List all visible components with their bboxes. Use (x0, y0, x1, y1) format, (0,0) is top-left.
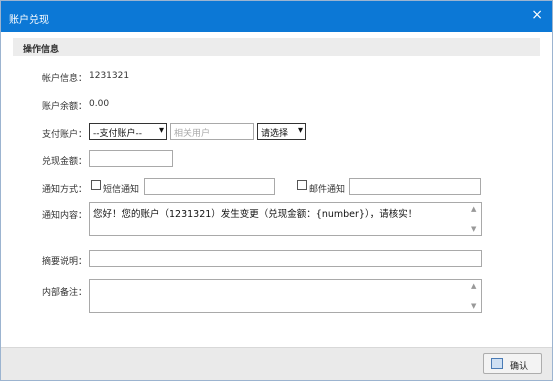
email-notify-checkbox[interactable] (297, 180, 307, 190)
notify-content-textarea[interactable]: 您好！您的账户（1231321）发生变更（兑现金额：{number}），请核实！… (89, 202, 482, 236)
email-notify-input[interactable] (349, 178, 481, 195)
dialog-titlebar: 账户兑现 × (1, 1, 552, 32)
payment-account-label: 支付账户： (42, 130, 88, 140)
choose-select-value: 请选择 (261, 129, 289, 139)
summary-input[interactable] (89, 250, 482, 267)
confirm-icon (491, 358, 503, 369)
scroll-down-icon[interactable]: ▼ (471, 225, 476, 233)
chevron-down-icon: ▾ (158, 125, 164, 136)
account-cashout-dialog: 账户兑现 × 操作信息 帐户信息： 1231321 账户余额： 0.00 支付账… (0, 0, 553, 381)
balance-value: 0.00 (89, 99, 110, 109)
internal-note-textarea[interactable]: ▲ ▼ (89, 279, 482, 313)
section-title: 操作信息 (23, 45, 60, 55)
account-info-label: 帐户信息： (42, 74, 88, 84)
confirm-button-label: 确认 (510, 362, 529, 372)
notify-method-label: 通知方式： (42, 185, 88, 195)
scrollbar[interactable]: ▲ ▼ (471, 282, 479, 310)
scroll-down-icon[interactable]: ▼ (471, 302, 476, 310)
section-header: 操作信息 (13, 38, 540, 56)
scroll-up-icon[interactable]: ▲ (471, 205, 476, 213)
related-user-input[interactable]: 相关用户 (170, 123, 254, 140)
scroll-up-icon[interactable]: ▲ (471, 282, 476, 290)
balance-label: 账户余额： (42, 102, 88, 112)
close-icon[interactable]: × (531, 8, 543, 22)
payment-account-select[interactable]: --支付账户-- ▾ (89, 123, 167, 140)
confirm-button[interactable]: 确认 (483, 353, 542, 374)
amount-label: 兑现金额： (42, 157, 88, 167)
sms-notify-checkbox[interactable] (91, 180, 101, 190)
chevron-down-icon: ▾ (297, 125, 303, 136)
notify-content-text: 您好！您的账户（1231321）发生变更（兑现金额：{number}），请核实！ (93, 209, 418, 220)
scrollbar[interactable]: ▲ ▼ (471, 205, 479, 233)
summary-label: 摘要说明： (42, 257, 88, 267)
dialog-footer (1, 347, 552, 380)
dialog-title: 账户兑现 (9, 15, 49, 26)
notify-content-label: 通知内容： (42, 211, 88, 221)
payment-account-select-value: --支付账户-- (93, 129, 142, 139)
choose-select[interactable]: 请选择 ▾ (257, 123, 306, 140)
internal-note-label: 内部备注： (42, 288, 88, 298)
sms-notify-input[interactable] (144, 178, 275, 195)
email-notify-label: 邮件通知 (309, 185, 346, 195)
account-info-value: 1231321 (89, 71, 130, 81)
amount-input[interactable] (89, 150, 173, 167)
sms-notify-label: 短信通知 (103, 185, 140, 195)
